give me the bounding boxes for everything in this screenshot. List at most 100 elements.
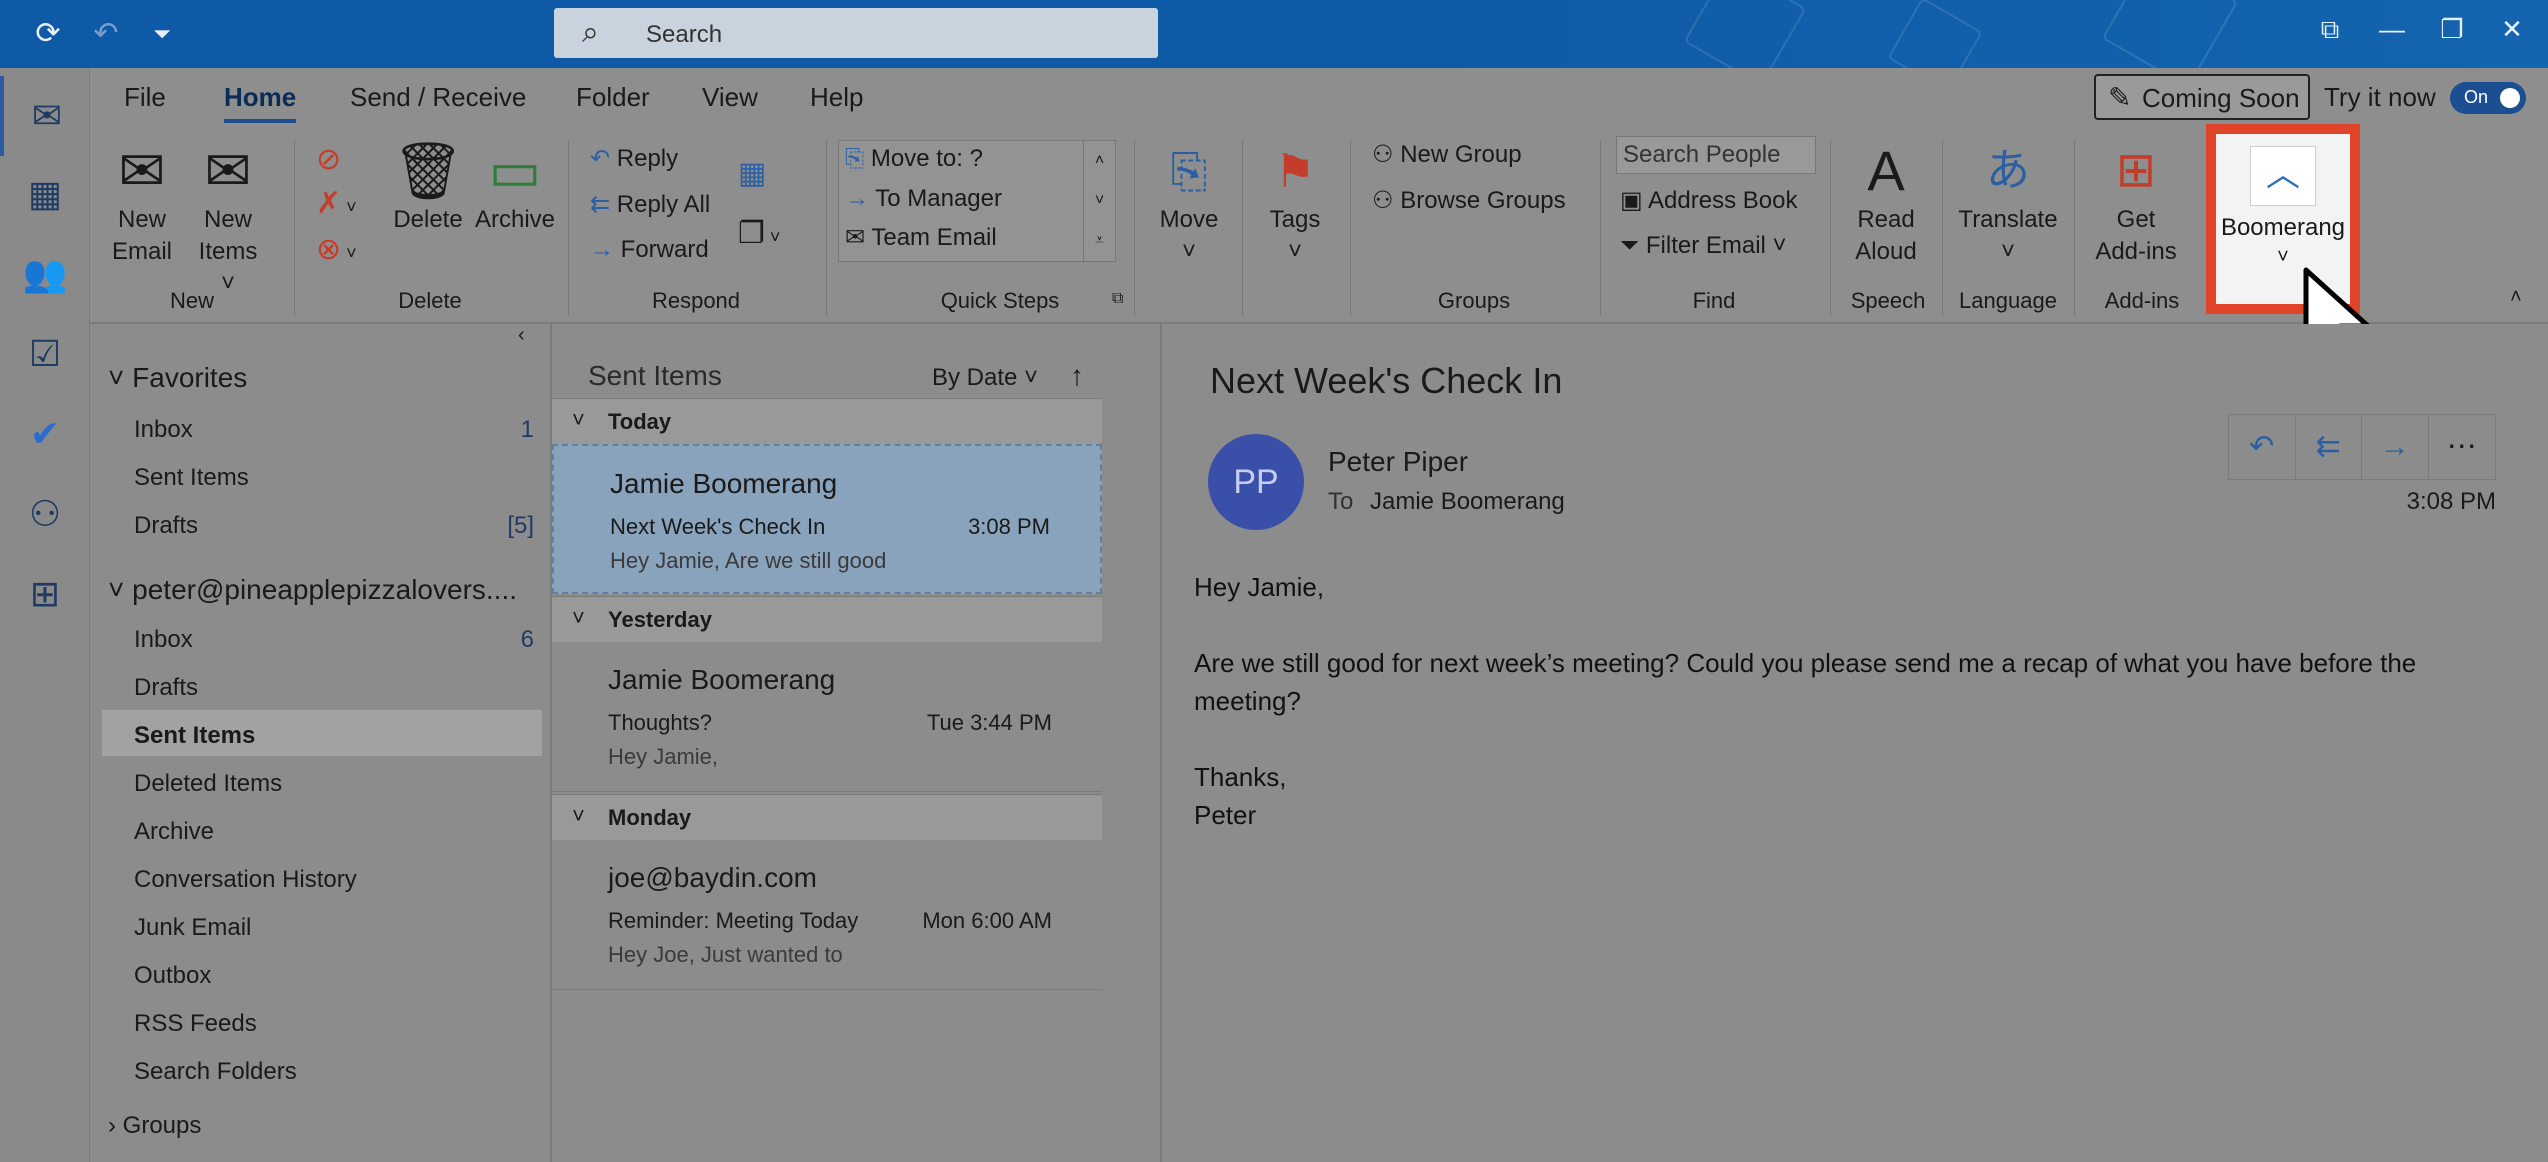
undo-icon[interactable]: ↶: [86, 14, 126, 54]
forward-button[interactable]: → Forward: [590, 236, 709, 264]
favorite-inbox[interactable]: Inbox 1: [134, 416, 534, 444]
calendar-icon[interactable]: ▦: [0, 154, 90, 234]
todo-icon[interactable]: ✔: [0, 394, 90, 474]
ribbon-display-options-icon[interactable]: ⧉: [2310, 14, 2350, 46]
quick-step-to-manager[interactable]: → To Manager: [845, 185, 1002, 213]
quick-steps-scrollbar[interactable]: ˄ ˅ ⩡: [1083, 141, 1115, 263]
folder-archive[interactable]: Archive: [134, 818, 214, 846]
quick-step-team-email[interactable]: ✉ Team Email: [845, 223, 997, 252]
address-book-button[interactable]: ▣ Address Book: [1620, 186, 1797, 215]
more-respond-icon[interactable]: ❐ ˅: [738, 216, 780, 251]
forward-icon[interactable]: →: [2362, 415, 2429, 479]
tab-view[interactable]: View: [702, 82, 758, 113]
search-icon: ⌕: [582, 16, 599, 49]
favorite-drafts[interactable]: Drafts [5]: [134, 512, 534, 540]
folder-junk-email[interactable]: Junk Email: [134, 914, 251, 942]
folder-drafts[interactable]: Drafts: [134, 674, 198, 702]
translate-button[interactable]: あ Translate ˅: [1956, 138, 2060, 268]
date-group-header[interactable]: ˅ Yesterday: [552, 596, 1102, 642]
account-header[interactable]: ˅ peter@pineapplepizzalovers....: [108, 574, 517, 606]
move-button[interactable]: ⎘ Move ˅: [1154, 138, 1224, 268]
chevron-down-icon[interactable]: ˅: [1084, 181, 1115, 221]
group-label-quick-steps: Quick Steps: [940, 288, 1060, 313]
new-items-button[interactable]: ✉ New Items ˅: [190, 138, 266, 300]
folder-sent-items[interactable]: Sent Items: [134, 722, 255, 750]
folder-conversation-history[interactable]: Conversation History: [134, 866, 357, 894]
folder-outbox[interactable]: Outbox: [134, 962, 211, 990]
translate-icon: あ: [1986, 146, 2030, 195]
groups-header[interactable]: › Groups: [108, 1112, 201, 1140]
email-sender[interactable]: Peter Piper: [1328, 446, 1468, 478]
tags-button[interactable]: ⚑ Tags ˅: [1260, 138, 1330, 268]
junk-icon[interactable]: ⊗ ˅: [316, 232, 357, 267]
message-item[interactable]: Jamie Boomerang Next Week's Check In 3:0…: [552, 444, 1102, 594]
tab-help[interactable]: Help: [810, 82, 863, 113]
message-item[interactable]: joe@baydin.com Reminder: Meeting Today M…: [552, 840, 1102, 990]
flag-icon: ⚑: [1274, 145, 1316, 197]
new-email-icon: ✉: [118, 139, 166, 202]
tab-send-receive[interactable]: Send / Receive: [350, 82, 526, 113]
collapse-ribbon-icon[interactable]: ˄: [2510, 286, 2522, 309]
collapse-pane-icon[interactable]: ‹: [518, 324, 525, 347]
quick-step-move-to[interactable]: ⎘ Move to: ?: [845, 145, 983, 173]
dialog-launcher-icon[interactable]: ⧉: [1112, 290, 1123, 308]
ignore-icon[interactable]: ⊘: [316, 142, 341, 177]
apps-icon[interactable]: ⊞: [0, 554, 90, 634]
favorites-header[interactable]: ˅ Favorites: [108, 362, 247, 394]
archive-button[interactable]: ▭ Archive: [472, 138, 558, 236]
email-body-line: Hey Jamie,: [1194, 572, 1325, 602]
folder-name: Sent Items: [134, 464, 249, 491]
people-icon[interactable]: 👥: [0, 234, 90, 314]
tab-folder[interactable]: Folder: [576, 82, 650, 113]
folder-deleted-items[interactable]: Deleted Items: [134, 770, 282, 798]
coming-soon-button[interactable]: ✎ Coming Soon: [2094, 74, 2310, 120]
delete-label: Delete: [393, 206, 463, 233]
new-outlook-toggle[interactable]: On: [2450, 82, 2526, 114]
email-body-line: Thanks,: [1194, 762, 1287, 792]
reply-all-button[interactable]: ⇇ Reply All: [590, 190, 710, 219]
reply-button[interactable]: ↶ Reply: [590, 144, 678, 173]
sort-direction-icon[interactable]: ↑: [1070, 360, 1084, 392]
groups-icon[interactable]: ⚇: [0, 474, 90, 554]
get-addins-button[interactable]: ⊞ Get Add-ins: [2086, 138, 2186, 268]
minimize-button[interactable]: —: [2372, 14, 2412, 45]
clean-up-icon[interactable]: ✗ ˅: [316, 186, 357, 221]
favorite-sent-items[interactable]: Sent Items: [134, 464, 249, 492]
tasks-icon[interactable]: ☑: [0, 314, 90, 394]
sort-by-dropdown[interactable]: By Date ˅: [932, 364, 1038, 392]
group-separator: [2074, 140, 2075, 316]
folder-inbox[interactable]: Inbox 6: [134, 626, 534, 654]
new-group-button[interactable]: ⚇ New Group: [1372, 140, 1522, 169]
chevron-up-icon[interactable]: ˄: [1084, 141, 1115, 181]
new-email-button[interactable]: ✉ New Email: [110, 138, 174, 268]
date-group-label: Today: [608, 409, 672, 434]
close-button[interactable]: ✕: [2492, 14, 2532, 45]
date-group-header[interactable]: ˅ Today: [552, 398, 1102, 444]
reply-icon[interactable]: ↶: [2229, 415, 2296, 479]
customize-toolbar-icon[interactable]: ⏷: [142, 14, 182, 54]
browse-groups-label: Browse Groups: [1400, 187, 1566, 214]
reply-all-icon[interactable]: ⇇: [2296, 415, 2362, 479]
browse-groups-button[interactable]: ⚇ Browse Groups: [1372, 186, 1566, 215]
sync-icon[interactable]: ⟳: [28, 14, 68, 54]
delete-button[interactable]: 🗑 Delete: [390, 138, 466, 236]
filter-email-button[interactable]: ⏷ Filter Email ˅: [1620, 232, 1787, 260]
mail-icon[interactable]: ✉: [0, 76, 90, 156]
search-people-input[interactable]: Search People: [1616, 136, 1816, 174]
expand-gallery-icon[interactable]: ⩡: [1084, 221, 1115, 261]
meeting-reply-icon[interactable]: ▦: [738, 156, 766, 191]
search-box[interactable]: ⌕ Search: [554, 8, 1158, 58]
message-item[interactable]: Jamie Boomerang Thoughts? Tue 3:44 PM He…: [552, 642, 1102, 792]
quick-step-label: To Manager: [875, 185, 1002, 212]
tab-home[interactable]: Home: [224, 82, 297, 123]
more-options-icon[interactable]: ⋯: [2429, 415, 2496, 479]
folder-rss-feeds[interactable]: RSS Feeds: [134, 1010, 257, 1038]
read-aloud-button[interactable]: A Read Aloud: [1846, 138, 1926, 268]
tab-file[interactable]: File: [124, 82, 166, 113]
folder-search-folders[interactable]: Search Folders: [134, 1058, 297, 1086]
date-group-header[interactable]: ˅ Monday: [552, 794, 1102, 840]
new-items-label-1: New: [203, 206, 252, 233]
maximize-button[interactable]: ❐: [2432, 14, 2472, 45]
email-recipient[interactable]: Jamie Boomerang: [1370, 488, 1565, 516]
avatar[interactable]: PP: [1208, 434, 1304, 530]
